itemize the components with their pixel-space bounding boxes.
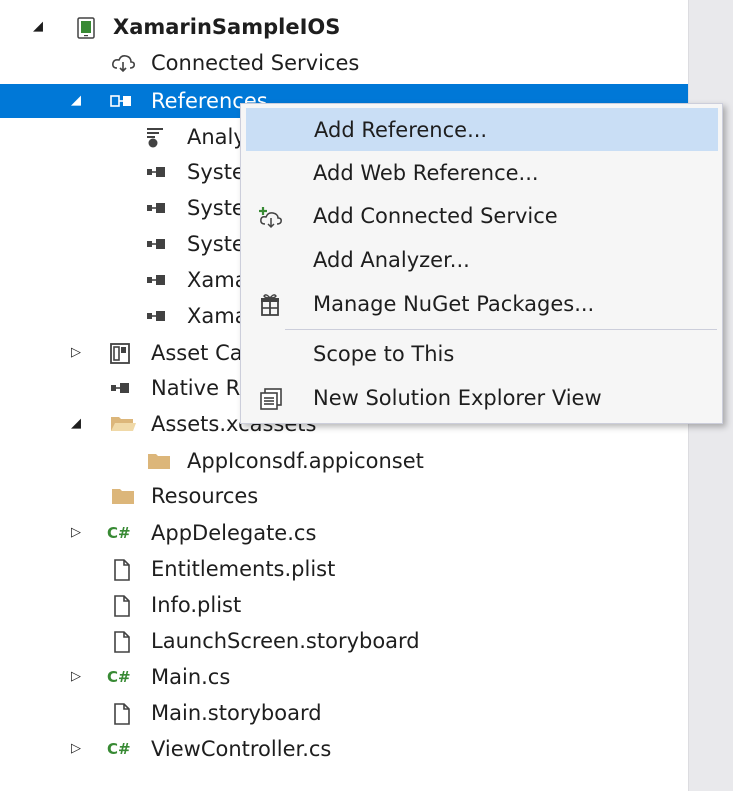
csharp-file-icon: C# [107,524,131,542]
assembly-reference-icon [109,378,131,398]
menu-item-label: Manage NuGet Packages... [313,292,595,316]
menu-item-manage-nuget[interactable]: Manage NuGet Packages... [241,283,722,326]
csharp-file-icon: C# [107,740,131,758]
assembly-reference-icon [145,306,167,326]
assembly-reference-icon [145,198,167,218]
expanded-triangle-icon[interactable]: ◢ [66,407,86,441]
collapsed-triangle-icon[interactable]: ▷ [66,660,86,694]
menu-item-add-reference[interactable]: Add Reference... [246,108,718,151]
menu-separator [285,329,717,330]
add-connected-service-icon [257,205,287,229]
collapsed-triangle-icon[interactable]: ▷ [66,516,86,550]
folder-icon [110,486,134,506]
collapsed-triangle-icon[interactable]: ▷ [66,336,86,370]
assembly-reference-icon [145,162,167,182]
tree-row-view-controller[interactable]: ▷ C# ViewController.cs [0,732,688,766]
tree-row-project[interactable]: ◢ XamarinSampleIOS [0,10,688,44]
tree-label: LaunchScreen.storyboard [151,629,420,653]
project-name: XamarinSampleIOS [113,15,341,39]
tree-label: Analy [187,125,246,149]
tree-row-entitlements[interactable]: Entitlements.plist [0,552,688,586]
menu-item-label: Add Web Reference... [313,161,539,185]
tree-label: Syste [187,232,245,256]
tree-label: AppIconsdf.appiconset [187,449,424,473]
menu-item-new-solution-explorer-view[interactable]: New Solution Explorer View [241,377,722,420]
menu-item-label: Add Connected Service [313,204,558,228]
expanded-triangle-icon[interactable]: ◢ [28,10,48,44]
tree-label: Main.storyboard [151,701,322,725]
tree-row-info[interactable]: Info.plist [0,588,688,622]
menu-item-scope-to-this[interactable]: Scope to This [241,333,722,376]
tree-label: Resources [151,484,259,508]
tree-row-launch-screen[interactable]: LaunchScreen.storyboard [0,624,688,658]
expanded-triangle-icon[interactable]: ◢ [66,84,86,118]
tree-row-main-cs[interactable]: ▷ C# Main.cs [0,660,688,694]
assembly-reference-icon [145,234,167,254]
menu-item-add-analyzer[interactable]: Add Analyzer... [241,239,722,282]
file-icon [112,595,134,617]
tree-label: AppDelegate.cs [151,521,317,545]
csharp-file-icon: C# [107,668,131,686]
collapsed-triangle-icon[interactable]: ▷ [66,732,86,766]
asset-catalog-icon [109,343,131,364]
tree-label: ViewController.cs [151,737,332,761]
context-menu: Add Reference... Add Web Reference... Ad… [240,103,723,424]
analyzer-icon [145,127,167,148]
file-icon [112,703,134,725]
cloud-connect-icon [111,53,135,73]
tree-label: Syste [187,160,245,184]
tree-label: Main.cs [151,665,231,689]
menu-item-label: New Solution Explorer View [313,386,602,410]
menu-item-add-web-reference[interactable]: Add Web Reference... [241,152,722,195]
tree-label: Syste [187,196,245,220]
tree-label: Xama [187,304,248,328]
menu-item-label: Scope to This [313,342,455,366]
solution-explorer-view-icon [257,387,287,411]
menu-item-label: Add Reference... [314,118,488,142]
folder-icon [146,451,170,471]
ios-project-icon [75,17,97,39]
tree-label: Info.plist [151,593,242,617]
folder-open-icon [109,414,136,434]
file-icon [112,559,134,581]
tree-label: Entitlements.plist [151,557,336,581]
menu-item-add-connected-service[interactable]: Add Connected Service [241,195,722,238]
nuget-package-icon [257,293,287,317]
tree-row-app-delegate[interactable]: ▷ C# AppDelegate.cs [0,516,688,550]
tree-row-main-storyboard[interactable]: Main.storyboard [0,696,688,730]
references-icon [109,91,131,111]
tree-label: Xama [187,268,248,292]
tree-row-resources[interactable]: Resources [0,479,688,513]
tree-row-connected-services[interactable]: Connected Services [0,46,688,80]
assembly-reference-icon [145,270,167,290]
tree-label: Native R [151,376,241,400]
tree-row-appicons[interactable]: AppIconsdf.appiconset [0,444,688,478]
tree-label: Connected Services [151,51,360,75]
file-icon [112,631,134,653]
menu-item-label: Add Analyzer... [313,248,470,272]
tree-label: Asset Ca [151,341,243,365]
